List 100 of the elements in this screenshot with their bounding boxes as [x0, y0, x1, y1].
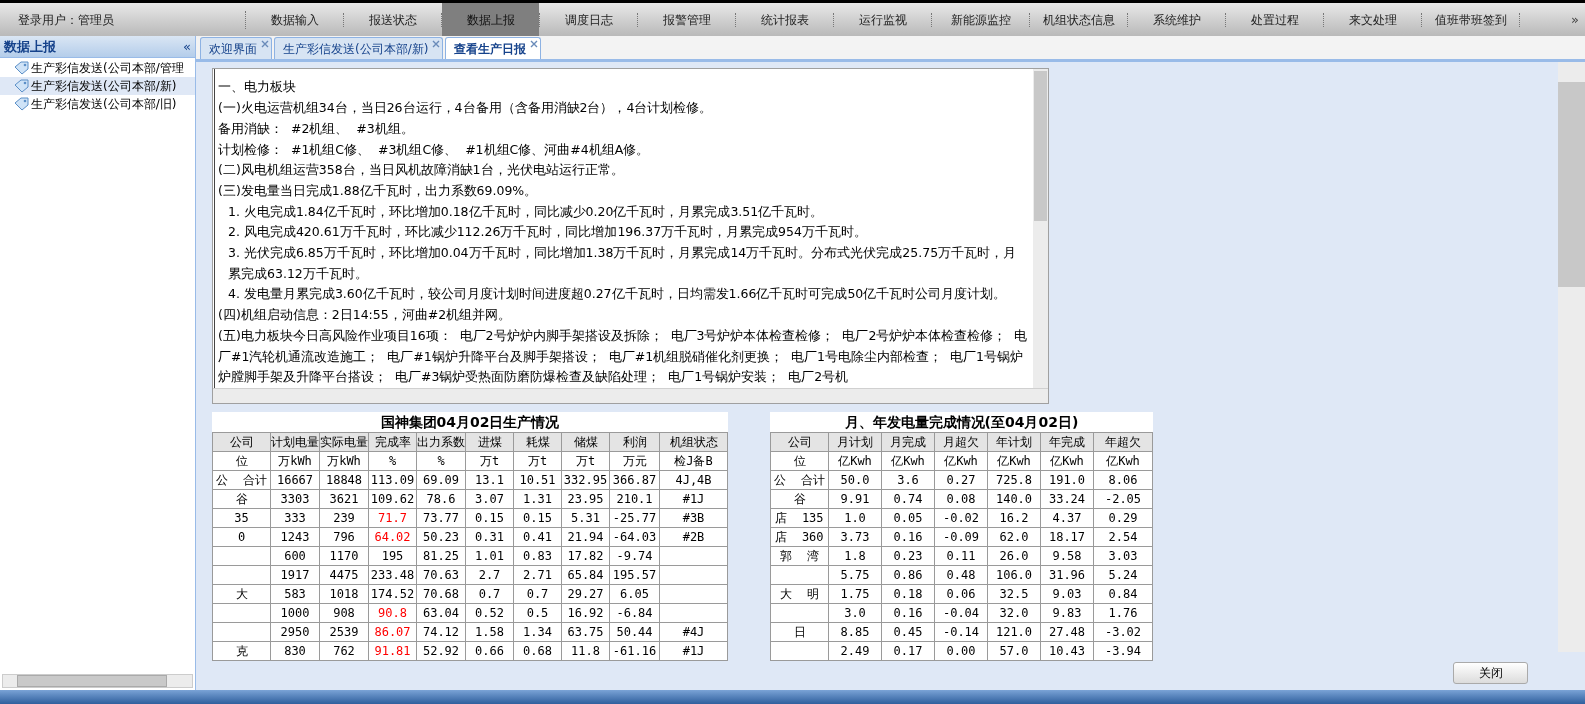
table-cell: 50.44: [609, 622, 660, 642]
table-cell: 1.01: [465, 546, 514, 566]
table-cell: 18848: [319, 470, 369, 490]
company-cell: 谷: [770, 489, 829, 509]
table-cell: 1.34: [513, 622, 562, 642]
unit-cell: %: [368, 451, 417, 471]
sidebar-title: 数据上报: [4, 37, 56, 56]
table-cell: 65.84: [561, 565, 610, 585]
company-cell: [212, 603, 271, 623]
table-cell: 2.49: [828, 641, 882, 661]
table-cell: 17.82: [561, 546, 610, 566]
close-icon[interactable]: [530, 40, 539, 48]
column-header: 出力系数: [416, 432, 466, 452]
more-button[interactable]: »: [1571, 9, 1579, 30]
table-cell: 32.0: [987, 603, 1041, 623]
table-cell: 113.09: [368, 470, 417, 490]
table-cell: 3.03: [1093, 546, 1153, 566]
collapse-button[interactable]: «: [183, 36, 191, 57]
table-cell: 583: [270, 584, 320, 604]
horizontal-scrollbar[interactable]: [213, 388, 1048, 403]
table-cell: 0.18: [881, 584, 935, 604]
table-cell: 3621: [319, 489, 369, 509]
table-cell: 0.16: [881, 527, 935, 547]
tree-item[interactable]: 生产彩信发送(公司本部/管理: [0, 59, 195, 77]
table-cell: 174.52: [368, 584, 417, 604]
column-header: 机组状态: [659, 432, 728, 452]
nav-tab[interactable]: 报送状态: [344, 3, 441, 36]
table-cell: 5.75: [828, 565, 882, 585]
company-cell: [212, 622, 271, 642]
report-line: 4. 发电量月累完成3.60亿千瓦时，较公司月度计划时间进度超0.27亿千瓦时，日均需发1.66亿千瓦时可完成50亿千瓦时公司月度计划。: [227, 285, 1008, 304]
table-cell: 0.11: [934, 546, 988, 566]
unit-cell: 万kWh: [319, 451, 369, 471]
table-cell: 8.85: [828, 622, 882, 642]
table-cell: 3.07: [465, 489, 514, 509]
nav-tab[interactable]: 来文处理: [1324, 3, 1421, 36]
close-button[interactable]: 关闭: [1453, 662, 1528, 684]
nav-tab[interactable]: 新能源监控: [932, 3, 1029, 36]
table-cell: 70.63: [416, 565, 466, 585]
company-cell: 35: [212, 508, 271, 528]
table-cell: 1917: [270, 565, 320, 585]
nav-tab[interactable]: 机组状态信息: [1030, 3, 1127, 36]
nav-tab[interactable]: 系统维护: [1128, 3, 1225, 36]
report-line: 计划检修： #1机组C修、 #3机组C修、 #1机组C修、河曲#4机组A修。: [218, 140, 651, 159]
table-cell: 9.91: [828, 489, 882, 509]
table-cell: 9.03: [1040, 584, 1094, 604]
page-scrollbar[interactable]: [1558, 62, 1585, 652]
close-icon[interactable]: [261, 40, 269, 48]
table-cell: 3.6: [881, 470, 935, 490]
table-cell: [659, 603, 728, 623]
table-cell: -61.16: [609, 641, 660, 661]
table-cell: 2539: [319, 622, 369, 642]
nav-tab[interactable]: 报警管理: [638, 3, 735, 36]
page-tab[interactable]: 生产彩信发送(公司本部/新): [274, 37, 444, 59]
table-cell: 50.0: [828, 470, 882, 490]
scrollbar-thumb[interactable]: [17, 675, 167, 687]
page-tab[interactable]: 查看生产日报: [445, 37, 542, 59]
nav-tab[interactable]: 值班带班签到: [1422, 3, 1519, 36]
table-cell: 191.0: [1040, 470, 1094, 490]
table-cell: 2.7: [465, 565, 514, 585]
table-cell: 16.92: [561, 603, 610, 623]
tag-icon: [14, 61, 30, 75]
table-cell: 81.25: [416, 546, 466, 566]
tree-item[interactable]: 生产彩信发送(公司本部/新): [0, 77, 195, 95]
table-cell: 90.8: [368, 603, 417, 623]
table-cell: 2.54: [1093, 527, 1153, 547]
vertical-scrollbar[interactable]: [1033, 69, 1048, 388]
table-cell: 0.23: [881, 546, 935, 566]
table-cell: 74.12: [416, 622, 466, 642]
nav-tab[interactable]: 运行监视: [834, 3, 931, 36]
unit-cell: 亿Kwh: [934, 451, 988, 471]
table-cell: 1.75: [828, 584, 882, 604]
unit-cell: %: [416, 451, 466, 471]
table-cell: 195.57: [609, 565, 660, 585]
table-cell: 50.23: [416, 527, 466, 547]
table-cell: 63.04: [416, 603, 466, 623]
table-cell: -0.09: [934, 527, 988, 547]
page-tab[interactable]: 欢迎界面: [200, 37, 272, 59]
table-cell: 0.29: [1093, 508, 1153, 528]
company-cell: 店 135: [770, 508, 829, 528]
table-cell: 4475: [319, 565, 369, 585]
company-cell: [770, 641, 829, 661]
table-cell: 91.81: [368, 641, 417, 661]
table-cell: 725.8: [987, 470, 1041, 490]
nav-tab[interactable]: 调度日志: [540, 3, 637, 36]
table-cell: 121.0: [987, 622, 1041, 642]
table-cell: 109.62: [368, 489, 417, 509]
nav-tab[interactable]: 数据上报: [442, 3, 539, 36]
table-cell: 5.24: [1093, 565, 1153, 585]
nav-tab[interactable]: 数据输入: [246, 3, 343, 36]
unit-cell: 万kWh: [270, 451, 320, 471]
nav-tab[interactable]: 处置过程: [1226, 3, 1323, 36]
report-line: (二)风电机组运营358台，当日风机故障消缺1台，光伏电站运行正常。: [218, 161, 625, 180]
table-cell: 4J,4B: [659, 470, 728, 490]
tree-item[interactable]: 生产彩信发送(公司本部/旧): [0, 95, 195, 113]
nav-tab[interactable]: 统计报表: [736, 3, 833, 36]
table-cell: 1000: [270, 603, 320, 623]
table-cell: -0.04: [934, 603, 988, 623]
table-cell: 4.37: [1040, 508, 1094, 528]
close-icon[interactable]: [432, 40, 441, 48]
report-text-area[interactable]: [212, 68, 1049, 404]
